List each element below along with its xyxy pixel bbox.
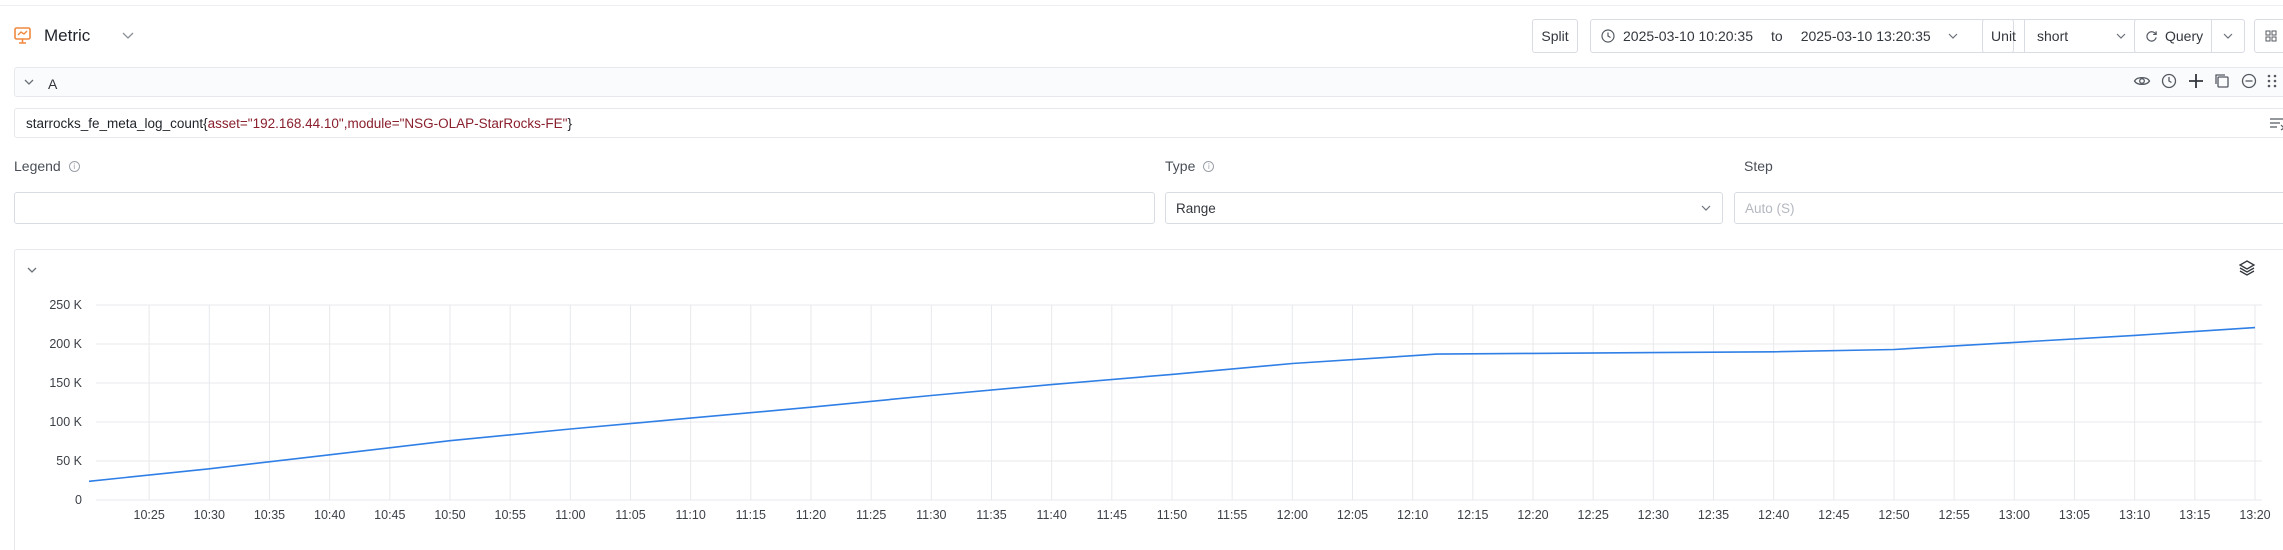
remove-query-icon[interactable] (2240, 72, 2260, 92)
step-label: Step (1744, 158, 1773, 174)
x-tick-label: 12:35 (1698, 508, 1729, 522)
unit-select[interactable]: Unit short (1982, 19, 2138, 53)
drag-handle-icon[interactable] (2266, 72, 2280, 92)
x-tick-label: 10:35 (254, 508, 285, 522)
type-value: Range (1176, 200, 1216, 216)
x-tick-label: 10:55 (495, 508, 526, 522)
x-tick-label: 11:35 (976, 508, 1006, 522)
x-tick-label: 11:25 (856, 508, 886, 522)
x-tick-label: 12:15 (1457, 508, 1488, 522)
x-tick-label: 11:15 (736, 508, 766, 522)
x-tick-label: 12:40 (1758, 508, 1789, 522)
time-from: 2025-03-10 10:20:35 (1623, 28, 1753, 44)
x-tick-label: 12:25 (1578, 508, 1609, 522)
legend-label-row: Legend i (14, 158, 80, 174)
layers-icon[interactable] (2238, 259, 2256, 277)
type-select[interactable]: Range (1165, 192, 1723, 224)
legend-input[interactable] (14, 192, 1155, 224)
x-tick-label: 12:55 (1939, 508, 1970, 522)
top-divider (0, 0, 2283, 6)
x-tick-label: 11:05 (615, 508, 645, 522)
x-tick-label: 11:40 (1036, 508, 1066, 522)
unit-value-dropdown[interactable]: short (2025, 28, 2137, 44)
chevron-down-icon[interactable] (120, 27, 136, 43)
x-tick-label: 12:05 (1337, 508, 1368, 522)
y-tick-label: 150 K (49, 376, 82, 390)
split-label: Split (1541, 28, 1569, 44)
x-tick-label: 10:50 (434, 508, 465, 522)
query-ref-id: A (48, 76, 58, 92)
line-chart: 0 50 K 100 K 150 K 200 K 250 K 10:25 10:30 10:35… (49, 298, 2270, 522)
x-tick-label: 10:30 (194, 508, 225, 522)
x-tick-label: 12:10 (1397, 508, 1428, 522)
x-tick-label: 12:20 (1517, 508, 1548, 522)
chevron-down-icon (2223, 33, 2233, 39)
x-tick-label: 11:50 (1157, 508, 1187, 522)
copy-icon[interactable] (2213, 72, 2233, 92)
step-label-row: Step (1744, 158, 1773, 174)
add-query-icon[interactable] (2187, 72, 2207, 92)
x-tick-label: 13:15 (2179, 508, 2210, 522)
collapse-chevron-icon[interactable] (22, 75, 36, 89)
refresh-icon (2146, 30, 2157, 42)
y-tick-label: 200 K (49, 337, 82, 351)
grid-icon (2265, 30, 2277, 42)
x-tick-label: 11:55 (1217, 508, 1247, 522)
chevron-down-icon (1701, 205, 1711, 211)
layout-grid-button[interactable] (2254, 19, 2283, 53)
step-placeholder: Auto (S) (1745, 200, 1795, 216)
x-tick-label: 12:30 (1638, 508, 1669, 522)
x-tick-label: 11:20 (796, 508, 826, 522)
query-button[interactable]: Query (2134, 19, 2212, 53)
x-tick-label: 12:50 (1878, 508, 1909, 522)
time-to-word: to (1771, 28, 1783, 44)
legend-label: Legend (14, 158, 61, 174)
history-icon[interactable] (2160, 72, 2180, 92)
collapse-chevron-icon[interactable] (25, 263, 39, 277)
split-button[interactable]: Split (1532, 19, 1578, 53)
x-tick-label: 13:10 (2119, 508, 2150, 522)
chevron-down-icon (2116, 33, 2126, 39)
query-options-button[interactable] (2211, 19, 2245, 53)
x-tick-label: 11:10 (675, 508, 705, 522)
x-tick-label: 12:00 (1277, 508, 1308, 522)
query-row-header (14, 67, 2283, 97)
type-label: Type (1165, 158, 1196, 174)
x-tick-label: 10:40 (314, 508, 345, 522)
query-label: Query (2165, 28, 2204, 44)
unit-label: Unit (1983, 20, 2025, 52)
monitor-icon (14, 27, 31, 44)
eye-icon[interactable] (2133, 72, 2153, 92)
format-icon[interactable] (2268, 117, 2283, 131)
step-input[interactable]: Auto (S) (1734, 192, 2283, 224)
unit-value: short (2037, 28, 2069, 44)
x-tick-label: 13:05 (2059, 508, 2090, 522)
close-brace: } (567, 115, 572, 131)
x-tick-label: 12:45 (1818, 508, 1849, 522)
x-tick-label: 13:20 (2239, 508, 2270, 522)
info-icon[interactable]: i (68, 160, 80, 172)
page-title: Metric (44, 26, 91, 45)
metric-name: starrocks_fe_meta_log_count (26, 115, 204, 131)
x-tick-label: 10:45 (374, 508, 405, 522)
label-matchers: asset="192.168.44.10",module="NSG-OLAP-S… (207, 115, 568, 131)
x-tick-label: 11:00 (555, 508, 585, 522)
x-tick-label: 11:45 (1097, 508, 1127, 522)
promql-editor[interactable]: starrocks_fe_meta_log_count{asset="192.1… (14, 108, 2283, 138)
x-tick-label: 11:30 (916, 508, 946, 522)
y-tick-label: 0 (75, 493, 82, 507)
chevron-down-icon (1948, 33, 1958, 39)
clock-icon (1601, 29, 1615, 43)
y-tick-label: 250 K (49, 298, 82, 312)
info-icon[interactable]: i (1203, 160, 1215, 172)
x-tick-label: 13:00 (1999, 508, 2030, 522)
time-to: 2025-03-10 13:20:35 (1800, 28, 1931, 44)
y-tick-label: 50 K (56, 454, 82, 468)
time-range-picker[interactable]: 2025-03-10 10:20:35 to 2025-03-10 13:20:… (1590, 19, 2014, 53)
x-tick-label: 10:25 (134, 508, 165, 522)
type-label-row: Type i (1165, 158, 1215, 174)
y-tick-label: 100 K (49, 415, 82, 429)
